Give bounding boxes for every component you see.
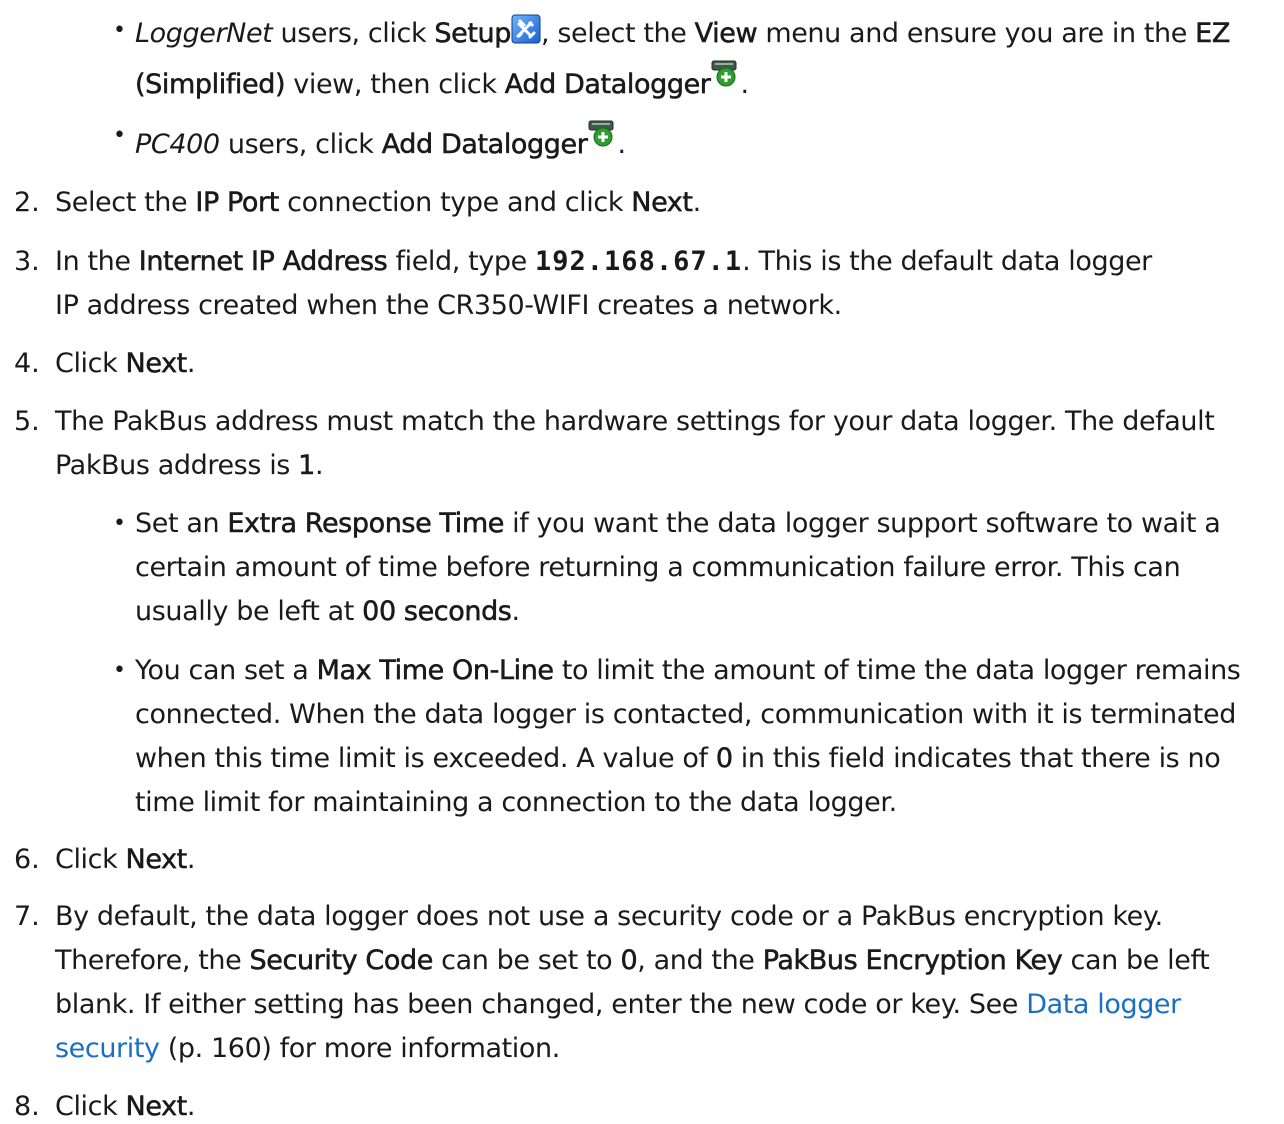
add-datalogger-label: Add Datalogger [381, 129, 588, 161]
ip-address-value: 192.168.67.1 [535, 246, 743, 277]
step-number: 3. [14, 246, 40, 277]
zero-seconds-value: 00 seconds [362, 596, 512, 628]
step-8-text: Click Next. [55, 1091, 196, 1123]
bullet-marker: • [113, 18, 126, 43]
extra-response-line-1: Set an Extra Response Time if you want t… [135, 508, 1221, 540]
step-3-text-line-1: In the Internet IP Address field, type 1… [55, 246, 1152, 278]
internet-ip-address-label: Internet IP Address [138, 246, 388, 278]
data-logger-security-link[interactable]: Data logger [1026, 989, 1181, 1020]
security-code-label: Security Code [249, 945, 433, 977]
next-label: Next [631, 187, 693, 219]
pakbus-address-value: 1 [298, 450, 316, 482]
step-7-text-line-4: security (p. 160) for more information. [55, 1033, 560, 1064]
zero-value: 0 [715, 743, 734, 775]
step-number: 5. [14, 406, 40, 437]
max-time-line-2: connected. When the data logger is conta… [135, 699, 1236, 730]
step-2-text: Select the IP Port connection type and c… [55, 187, 701, 219]
step-7-text-line-1: By default, the data logger does not use… [55, 901, 1163, 932]
step-number: 7. [14, 901, 40, 932]
setup-tools-icon [511, 14, 541, 53]
add-datalogger-label: Add Datalogger [504, 69, 711, 101]
next-label: Next [125, 348, 187, 380]
step-number: 2. [14, 187, 40, 218]
setup-label: Setup [434, 18, 512, 50]
extra-response-time-label: Extra Response Time [227, 508, 505, 540]
next-label: Next [125, 844, 187, 876]
add-datalogger-icon [587, 119, 617, 156]
bullet-marker: • [113, 123, 126, 148]
step-7-text-line-3: blank. If either setting has been change… [55, 989, 1181, 1020]
step-number: 4. [14, 348, 40, 379]
data-logger-security-link[interactable]: security [55, 1033, 160, 1064]
step-number: 8. [14, 1091, 40, 1122]
loggernet-label: LoggerNet [135, 18, 273, 49]
step-5-text-line-1: The PakBus address must match the hardwa… [55, 406, 1215, 437]
document-page: • LoggerNet users, click Setup, select t… [0, 0, 1284, 1122]
step-6-text: Click Next. [55, 844, 196, 876]
ez-label: EZ [1195, 18, 1231, 50]
step-5-text-line-2: PakBus address is 1. [55, 450, 324, 482]
simplified-label: (Simplified) [135, 69, 286, 101]
view-menu-label: View [694, 18, 758, 50]
pc400-label: PC400 [135, 129, 220, 160]
loggernet-instruction-line-1: LoggerNet users, click Setup, select the… [135, 14, 1231, 53]
pakbus-encryption-key-label: PakBus Encryption Key [762, 945, 1063, 977]
max-time-line-3: when this time limit is exceeded. A valu… [135, 743, 1221, 775]
security-code-value: 0 [620, 945, 638, 977]
max-time-online-label: Max Time On-Line [316, 655, 554, 687]
extra-response-line-2: certain amount of time before returning … [135, 552, 1181, 583]
add-datalogger-icon [710, 59, 740, 96]
next-label: Next [125, 1091, 187, 1123]
step-4-text: Click Next. [55, 348, 196, 380]
bullet-marker: • [113, 658, 126, 683]
loggernet-instruction-line-2: (Simplified) view, then click Add Datalo… [135, 59, 749, 102]
bullet-marker: • [113, 511, 126, 536]
step-7-text-line-2: Therefore, the Security Code can be set … [55, 945, 1210, 977]
step-3-text-line-2: IP address created when the CR350-WIFI c… [55, 290, 842, 321]
step-number: 6. [14, 844, 40, 875]
pc400-instruction-line: PC400 users, click Add Datalogger. [135, 119, 626, 162]
ip-port-label: IP Port [195, 187, 280, 219]
max-time-line-1: You can set a Max Time On-Line to limit … [135, 655, 1241, 687]
max-time-line-4: time limit for maintaining a connection … [135, 787, 897, 818]
extra-response-line-3: usually be left at 00 seconds. [135, 596, 520, 628]
